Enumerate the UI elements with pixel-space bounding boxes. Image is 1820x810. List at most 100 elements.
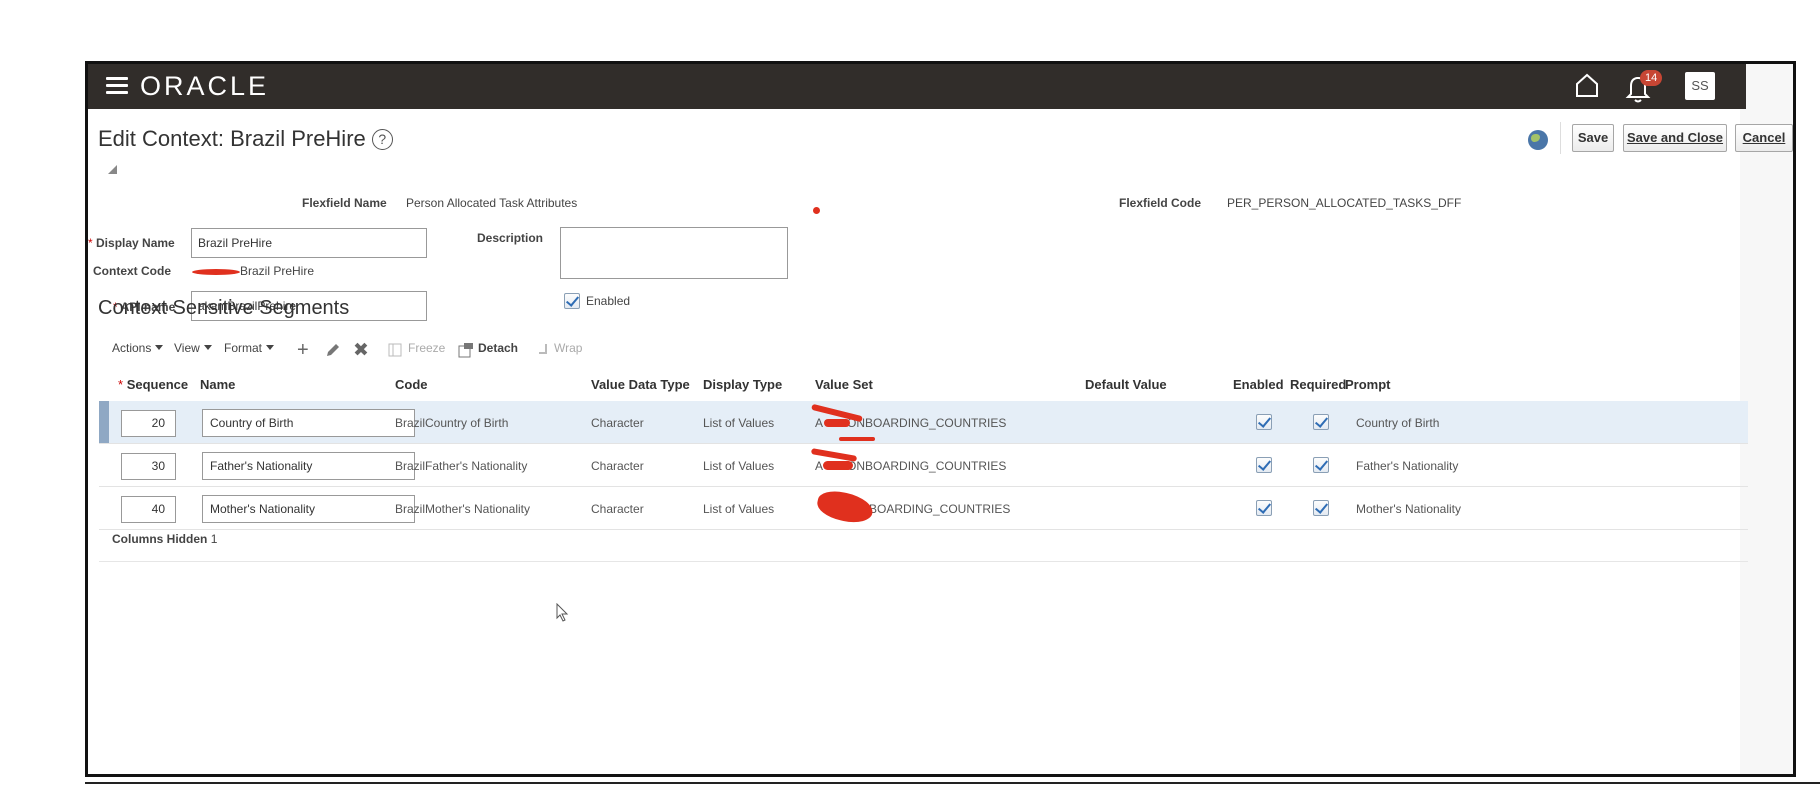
col-sequence[interactable]: * Sequence bbox=[118, 377, 188, 392]
sequence-field[interactable]: 20 bbox=[121, 410, 176, 437]
enabled-label: Enabled bbox=[586, 294, 631, 308]
format-menu[interactable]: Format bbox=[224, 341, 275, 355]
code-cell: BrazilCountry of Birth bbox=[395, 416, 509, 430]
prompt-cell: Father's Nationality bbox=[1356, 459, 1459, 473]
save-and-close-button[interactable]: Save and Close bbox=[1623, 124, 1727, 152]
col-value-set[interactable]: Value Set bbox=[815, 377, 873, 392]
page-title-text: Edit Context: Brazil PreHire bbox=[98, 126, 366, 151]
col-display-type[interactable]: Display Type bbox=[703, 377, 782, 392]
view-menu[interactable]: View bbox=[174, 341, 212, 355]
columns-hidden-label: Columns Hidden bbox=[112, 532, 208, 546]
value-set-prefix: A bbox=[815, 459, 824, 473]
enabled-checkbox[interactable] bbox=[1256, 457, 1272, 473]
name-field[interactable]: Mother's Nationality bbox=[202, 495, 415, 523]
view-menu-label: View bbox=[174, 341, 200, 355]
columns-hidden-status: Columns Hidden 1 bbox=[112, 532, 217, 546]
delete-x-icon[interactable]: ✖ bbox=[353, 339, 369, 362]
enabled-checkbox[interactable] bbox=[564, 293, 580, 309]
required-marker: * bbox=[88, 236, 93, 250]
redaction-mark bbox=[823, 461, 853, 470]
sequence-field[interactable]: 30 bbox=[121, 453, 176, 480]
redaction-mark bbox=[839, 437, 875, 441]
global-header: ORACLE 14 SS bbox=[88, 64, 1746, 109]
caret-down-icon bbox=[203, 345, 212, 350]
freeze-button[interactable]: Freeze bbox=[408, 341, 445, 355]
name-field[interactable]: Father's Nationality bbox=[202, 452, 415, 480]
required-checkbox[interactable] bbox=[1313, 500, 1329, 516]
columns-hidden-count: 1 bbox=[210, 532, 218, 546]
sequence-field[interactable]: 40 bbox=[121, 496, 176, 523]
context-code-label: Context Code bbox=[93, 264, 171, 278]
col-name[interactable]: Name bbox=[200, 377, 235, 392]
caret-down-icon bbox=[266, 345, 275, 350]
help-icon[interactable]: ? bbox=[371, 129, 393, 150]
display-type-cell: List of Values bbox=[703, 416, 775, 430]
detach-icon[interactable] bbox=[458, 342, 474, 358]
page-title: Edit Context: Brazil PreHire? bbox=[98, 126, 393, 152]
bottom-border bbox=[85, 782, 1820, 784]
enabled-checkbox[interactable] bbox=[1256, 414, 1272, 430]
actions-menu[interactable]: Actions bbox=[112, 341, 164, 355]
value-data-type-cell: Character bbox=[591, 459, 644, 473]
notifications-button[interactable]: 14 bbox=[1625, 70, 1665, 104]
value-set-text: BOARDING_COUNTRIES bbox=[869, 502, 1011, 516]
menu-icon[interactable] bbox=[106, 77, 128, 95]
col-default-value[interactable]: Default Value bbox=[1085, 377, 1167, 392]
col-code[interactable]: Code bbox=[395, 377, 428, 392]
format-menu-label: Format bbox=[224, 341, 263, 355]
prompt-cell: Mother's Nationality bbox=[1356, 502, 1461, 516]
flexfield-name-value: Person Allocated Task Attributes bbox=[406, 196, 578, 210]
context-code-text: Brazil PreHire bbox=[240, 264, 315, 278]
value-set-text: ONBOARDING_COUNTRIES bbox=[847, 416, 1007, 430]
value-data-type-cell: Character bbox=[591, 502, 644, 516]
table-row[interactable]: 20 Country of Birth BrazilCountry of Bir… bbox=[99, 401, 1748, 444]
col-value-data-type[interactable]: Value Data Type bbox=[591, 377, 690, 392]
context-code-value: Brazil PreHire bbox=[192, 264, 314, 278]
col-prompt[interactable]: Prompt bbox=[1345, 377, 1391, 392]
display-type-cell: List of Values bbox=[703, 459, 775, 473]
display-name-label-text: Display Name bbox=[96, 236, 175, 250]
wrap-button[interactable]: Wrap bbox=[554, 341, 582, 355]
detach-button[interactable]: Detach bbox=[478, 341, 518, 355]
table-header: * Sequence Name Code Value Data Type Dis… bbox=[88, 370, 1748, 400]
toolbar-divider bbox=[1560, 122, 1561, 154]
required-checkbox[interactable] bbox=[1313, 457, 1329, 473]
display-name-field[interactable]: Brazil PreHire bbox=[191, 228, 427, 258]
flexfield-code-value: PER_PERSON_ALLOCATED_TASKS_DFF bbox=[1227, 196, 1462, 210]
col-enabled[interactable]: Enabled bbox=[1233, 377, 1284, 392]
col-sequence-label: Sequence bbox=[126, 377, 189, 392]
caret-down-icon bbox=[155, 345, 164, 350]
redaction-mark bbox=[824, 419, 850, 427]
description-label: Description bbox=[477, 231, 544, 245]
user-avatar[interactable]: SS bbox=[1685, 72, 1715, 100]
home-icon[interactable] bbox=[1573, 71, 1601, 99]
name-field[interactable]: Country of Birth bbox=[202, 409, 415, 437]
add-icon[interactable]: + bbox=[297, 339, 309, 362]
display-type-cell: List of Values bbox=[703, 502, 775, 516]
flexfield-code-label: Flexfield Code bbox=[1119, 196, 1202, 210]
value-set-prefix: A bbox=[815, 416, 824, 430]
code-cell: BrazilFather's Nationality bbox=[395, 459, 528, 473]
oracle-logo[interactable]: ORACLE bbox=[140, 71, 269, 102]
table-row[interactable]: 40 Mother's Nationality BrazilMother's N… bbox=[99, 487, 1748, 530]
col-required[interactable]: Required bbox=[1290, 377, 1346, 392]
code-cell: BrazilMother's Nationality bbox=[395, 502, 531, 516]
description-field[interactable] bbox=[560, 227, 788, 279]
cancel-button[interactable]: Cancel bbox=[1735, 124, 1793, 152]
notification-badge: 14 bbox=[1640, 70, 1663, 86]
section-title: Context Sensitive Segments bbox=[98, 297, 350, 319]
prompt-cell: Country of Birth bbox=[1356, 416, 1440, 430]
save-button[interactable]: Save bbox=[1572, 124, 1614, 152]
globe-icon[interactable] bbox=[1528, 130, 1548, 150]
required-checkbox[interactable] bbox=[1313, 414, 1329, 430]
annotation-dot bbox=[813, 207, 820, 214]
value-data-type-cell: Character bbox=[591, 416, 644, 430]
wrap-icon[interactable] bbox=[536, 343, 550, 357]
redaction-mark bbox=[192, 268, 240, 275]
edit-pencil-icon[interactable] bbox=[324, 341, 342, 359]
table-row[interactable]: 30 Father's Nationality BrazilFather's N… bbox=[99, 444, 1748, 487]
mouse-cursor-icon bbox=[556, 603, 569, 622]
enabled-checkbox[interactable] bbox=[1256, 500, 1272, 516]
freeze-icon[interactable] bbox=[388, 343, 402, 357]
collapse-triangle-icon[interactable] bbox=[108, 165, 117, 174]
